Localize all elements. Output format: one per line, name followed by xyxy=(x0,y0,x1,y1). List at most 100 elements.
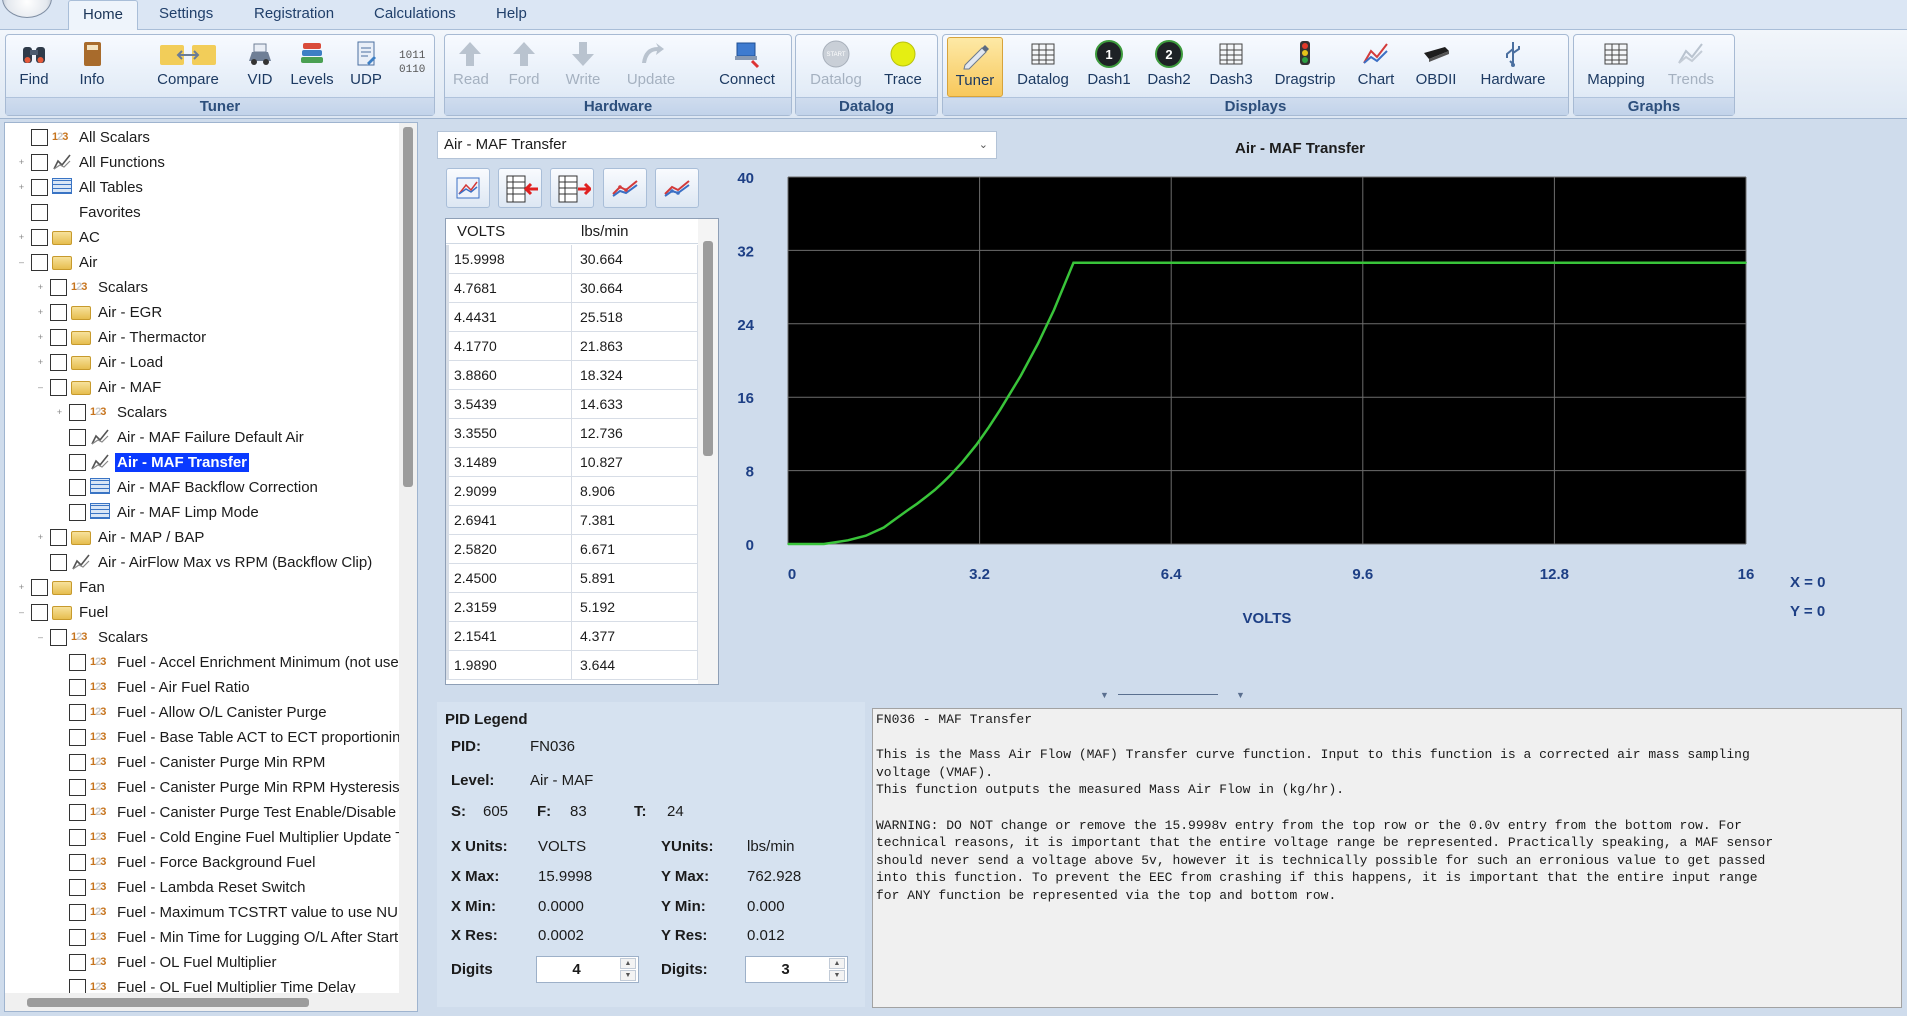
tree-item-checkbox[interactable] xyxy=(50,329,67,346)
table-cell-y[interactable]: 12.736 xyxy=(572,419,698,447)
function-tree[interactable]: 123 All Scalars + All Functions + All Tables F… xyxy=(4,122,418,1012)
tree-item-checkbox[interactable] xyxy=(69,879,86,896)
smooth-curve-button[interactable] xyxy=(603,168,647,208)
tree-item-checkbox[interactable] xyxy=(31,154,48,171)
table-row[interactable]: 3.8860 18.324 xyxy=(446,361,698,390)
maf-transfer-chart[interactable]: 0 8 16 24 32 40 0 3.2 6.4 9.6 12.8 16 VOLTS xyxy=(720,160,1780,650)
table-cell-y[interactable]: 21.863 xyxy=(572,332,698,360)
tree-item-checkbox[interactable] xyxy=(69,479,86,496)
stepper-up-icon[interactable]: ▲ xyxy=(829,958,845,969)
table-cell-x[interactable]: 3.3550 xyxy=(446,419,572,447)
table-row[interactable]: 2.4500 5.891 xyxy=(446,564,698,593)
table-cell-x[interactable]: 2.4500 xyxy=(446,564,572,592)
table-vertical-scrollbar[interactable] xyxy=(698,219,718,684)
tree-item-checkbox[interactable] xyxy=(50,304,67,321)
trace-button[interactable]: Trace xyxy=(882,37,924,97)
levels-button[interactable]: Levels xyxy=(290,37,334,97)
chevron-down-icon[interactable]: ⌄ xyxy=(979,132,988,158)
table-cell-y[interactable]: 5.891 xyxy=(572,564,698,592)
table-row[interactable]: 2.6941 7.381 xyxy=(446,506,698,535)
chart-button[interactable]: Chart xyxy=(1355,37,1397,97)
expand-icon[interactable]: + xyxy=(36,283,45,292)
table-cell-x[interactable]: 3.5439 xyxy=(446,390,572,418)
table-row[interactable]: 2.9099 8.906 xyxy=(446,477,698,506)
table-cell-y[interactable]: 14.633 xyxy=(572,390,698,418)
collapse-icon[interactable]: – xyxy=(36,383,45,392)
tab-help[interactable]: Help xyxy=(482,0,541,30)
stepper-down-icon[interactable]: ▼ xyxy=(829,970,845,981)
tree-item-checkbox[interactable] xyxy=(31,579,48,596)
expand-icon[interactable]: + xyxy=(36,533,45,542)
expand-icon[interactable]: + xyxy=(17,233,26,242)
info-button[interactable]: Info xyxy=(72,37,112,97)
collapse-icon[interactable]: – xyxy=(36,633,45,642)
datalog-start-button[interactable]: START Datalog xyxy=(810,37,862,97)
tree-item-checkbox[interactable] xyxy=(69,504,86,521)
table-row[interactable]: 3.3550 12.736 xyxy=(446,419,698,448)
table-cell-y[interactable]: 8.906 xyxy=(572,477,698,505)
table-cell-x[interactable]: 4.1770 xyxy=(446,332,572,360)
tree-item-checkbox[interactable] xyxy=(69,779,86,796)
function-data-table[interactable]: VOLTS lbs/min 15.9998 30.664 4.7681 30.664 4… xyxy=(445,218,719,685)
tree-item-checkbox[interactable] xyxy=(69,654,86,671)
read-button[interactable]: Read xyxy=(453,37,489,97)
table-row[interactable]: 3.1489 10.827 xyxy=(446,448,698,477)
tuner-display-button[interactable]: Tuner xyxy=(947,37,1003,97)
tree-horizontal-scrollbar[interactable] xyxy=(5,993,417,1011)
table-row[interactable]: 2.5820 6.671 xyxy=(446,535,698,564)
udp-button[interactable]: UDP xyxy=(348,37,384,97)
hardware-display-button[interactable]: Hardware xyxy=(1475,37,1551,97)
find-button[interactable]: Find xyxy=(12,37,56,97)
update-button[interactable]: Update xyxy=(625,37,677,97)
dragstrip-button[interactable]: Dragstrip xyxy=(1273,37,1337,97)
table-cell-x[interactable]: 2.9099 xyxy=(446,477,572,505)
table-row[interactable]: 4.4431 25.518 xyxy=(446,303,698,332)
tree-vertical-scroll-thumb[interactable] xyxy=(403,127,413,487)
tree-item-checkbox[interactable] xyxy=(69,954,86,971)
table-cell-y[interactable]: 30.664 xyxy=(572,274,698,302)
write-button[interactable]: Write xyxy=(563,37,603,97)
tree-item-checkbox[interactable] xyxy=(69,804,86,821)
tree-item-checkbox[interactable] xyxy=(31,129,48,146)
table-cell-x[interactable]: 2.5820 xyxy=(446,535,572,563)
expand-icon[interactable]: + xyxy=(17,583,26,592)
tree-vertical-scrollbar[interactable] xyxy=(399,123,417,993)
expand-icon[interactable]: + xyxy=(36,358,45,367)
tab-settings[interactable]: Settings xyxy=(145,0,227,30)
tree-item-checkbox[interactable] xyxy=(69,404,86,421)
table-row[interactable]: 4.1770 21.863 xyxy=(446,332,698,361)
tree-item-checkbox[interactable] xyxy=(69,754,86,771)
table-cell-x[interactable]: 2.6941 xyxy=(446,506,572,534)
function-description[interactable]: FN036 - MAF Transfer This is the Mass Ai… xyxy=(872,708,1902,1008)
table-cell-y[interactable]: 30.664 xyxy=(572,245,698,273)
y-digits-stepper[interactable]: 3 ▲ ▼ xyxy=(745,956,848,983)
x-digits-stepper[interactable]: 4 ▲ ▼ xyxy=(536,956,639,983)
table-row[interactable]: 3.5439 14.633 xyxy=(446,390,698,419)
table-row[interactable]: 15.9998 30.664 xyxy=(446,245,698,274)
import-table-button[interactable] xyxy=(498,168,542,208)
table-cell-y[interactable]: 3.644 xyxy=(572,651,698,679)
dash3-button[interactable]: Dash3 xyxy=(1209,37,1253,97)
datalog-display-button[interactable]: Datalog xyxy=(1015,37,1071,97)
connect-button[interactable]: Connect xyxy=(717,37,777,97)
obdii-button[interactable]: OBDII xyxy=(1413,37,1459,97)
stepper-up-icon[interactable]: ▲ xyxy=(620,958,636,969)
tree-item-checkbox[interactable] xyxy=(69,704,86,721)
tree-item-checkbox[interactable] xyxy=(69,429,86,446)
tree-item-checkbox[interactable] xyxy=(31,229,48,246)
collapse-icon[interactable]: – xyxy=(17,608,26,617)
expand-icon[interactable]: + xyxy=(17,183,26,192)
tree-item-checkbox[interactable] xyxy=(69,729,86,746)
panel-splitter[interactable] xyxy=(419,122,427,1012)
table-row[interactable]: 4.7681 30.664 xyxy=(446,274,698,303)
tree-item-checkbox[interactable] xyxy=(69,929,86,946)
expand-icon[interactable]: + xyxy=(36,308,45,317)
expand-icon[interactable]: + xyxy=(17,158,26,167)
tree-item-checkbox[interactable] xyxy=(50,379,67,396)
table-row[interactable]: 1.9890 3.644 xyxy=(446,651,698,680)
binary-button[interactable]: 1011 0110 xyxy=(396,37,430,97)
application-menu-button[interactable] xyxy=(2,0,52,18)
table-cell-x[interactable]: 4.7681 xyxy=(446,274,572,302)
ford-button[interactable]: Ford xyxy=(507,37,541,97)
table-cell-y[interactable]: 6.671 xyxy=(572,535,698,563)
